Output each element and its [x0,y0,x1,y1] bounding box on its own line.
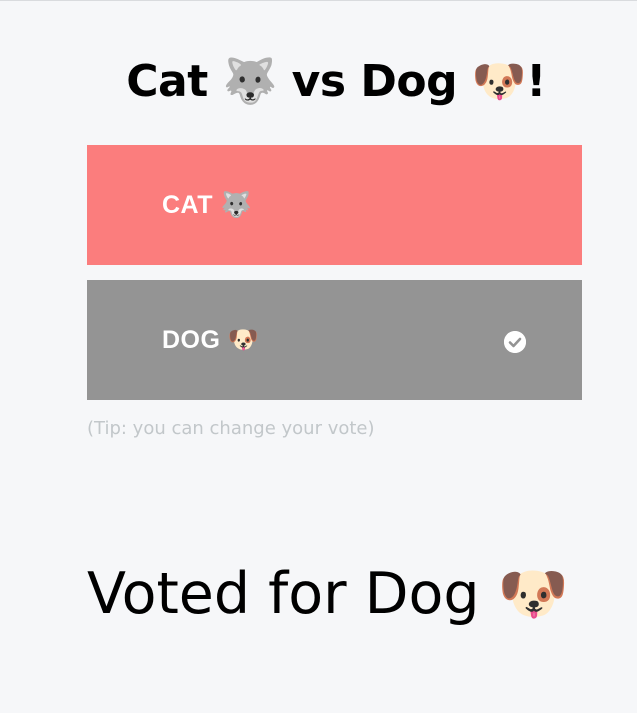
check-circle-icon [504,331,526,353]
vote-cat-label: CAT 🐺 [162,191,253,219]
vote-dog-label: DOG 🐶 [162,326,260,354]
vote-cat-button[interactable]: CAT 🐺 [87,145,582,265]
page-title: Cat 🐺 vs Dog 🐶! [126,56,546,107]
vote-dog-button[interactable]: DOG 🐶 [87,280,582,400]
vote-result: Voted for Dog 🐶 [87,561,569,627]
vote-tip: (Tip: you can change your vote) [87,418,375,439]
